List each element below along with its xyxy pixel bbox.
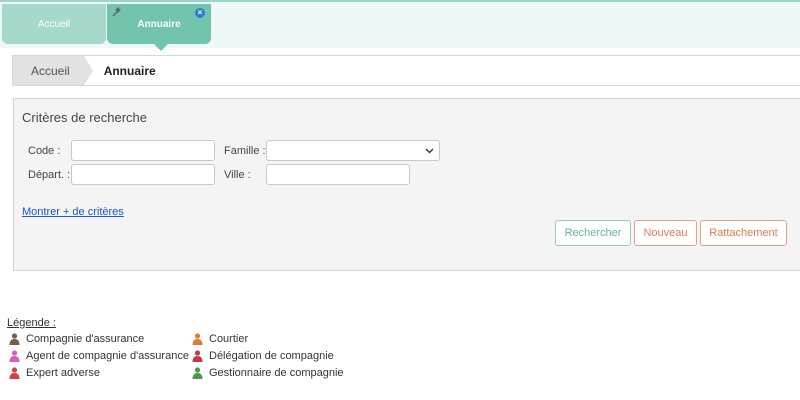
legend-item: Délégation de compagnie (192, 350, 334, 362)
legend-title: Légende : (7, 317, 56, 329)
person-orange-icon (192, 333, 203, 345)
legend-item: Compagnie d'assurance (9, 333, 144, 345)
legend-label: Agent de compagnie d'assurance (26, 350, 189, 362)
code-input[interactable] (71, 140, 215, 161)
tab-annuaire[interactable]: Annuaire × (107, 4, 211, 51)
top-tab-bar: Accueil Annuaire × (0, 0, 800, 51)
new-button[interactable]: Nouveau (634, 220, 697, 246)
legend-label: Délégation de compagnie (209, 350, 334, 362)
tab-accueil[interactable]: Accueil (2, 4, 106, 44)
person-green-icon (192, 367, 203, 379)
legend-item: Expert adverse (9, 367, 100, 379)
famille-label: Famille : (224, 145, 266, 157)
legend-label: Courtier (209, 333, 249, 345)
search-button[interactable]: Rechercher (555, 220, 631, 246)
more-criteria-link[interactable]: Montrer + de critères (22, 206, 124, 218)
panel-title: Critères de recherche (22, 110, 147, 125)
person-darkred-icon (192, 350, 203, 362)
legend-item: Gestionnaire de compagnie (192, 367, 344, 379)
depart-label: Départ. : (28, 169, 71, 181)
search-panel: Critères de recherche Code : Famille : D… (13, 98, 800, 271)
breadcrumb-current: Annuaire (103, 63, 156, 78)
famille-select[interactable] (266, 140, 440, 161)
tab-label: Annuaire (137, 18, 181, 30)
ville-label: Ville : (224, 169, 251, 181)
legend-item: Agent de compagnie d'assurance (9, 350, 189, 362)
attach-button[interactable]: Rattachement (700, 220, 787, 246)
legend-label: Compagnie d'assurance (26, 333, 145, 345)
chevron-down-icon (425, 148, 434, 153)
code-label: Code : (28, 145, 61, 157)
legend-label: Gestionnaire de compagnie (209, 367, 344, 379)
depart-input[interactable] (71, 164, 215, 185)
breadcrumb: Accueil Annuaire (12, 55, 800, 86)
person-red-icon (9, 367, 20, 379)
pin-icon[interactable] (111, 6, 123, 18)
close-icon[interactable]: × (195, 8, 205, 18)
legend-item: Courtier (192, 333, 248, 345)
tab-label: Accueil (37, 18, 71, 30)
person-pink-icon (9, 350, 20, 362)
legend-label: Expert adverse (26, 367, 100, 379)
person-brown-icon (9, 333, 20, 345)
ville-input[interactable] (266, 164, 410, 185)
breadcrumb-home[interactable]: Accueil (13, 56, 93, 85)
